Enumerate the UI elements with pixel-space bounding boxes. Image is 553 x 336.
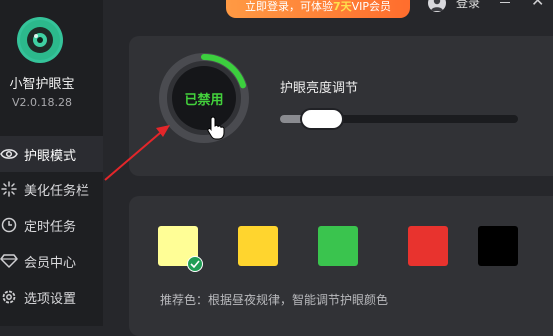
sidebar-item-label: 会员中心 [24, 255, 77, 271]
promo-suffix: VIP会员 [351, 0, 392, 13]
selected-check-icon [187, 256, 203, 272]
app-version: V2.0.18.28 [11, 96, 72, 109]
swatch-black[interactable] [478, 226, 518, 266]
sidebar-item-label: 定时任务 [24, 219, 77, 235]
app-name: 小智护眼宝 [9, 77, 75, 92]
gear-icon [0, 289, 21, 305]
sidebar-item-eye-mode[interactable]: 护眼模式 [0, 136, 103, 172]
diamond-icon [0, 254, 21, 268]
sidebar-item-taskbar[interactable]: 美化任务栏 [0, 171, 103, 207]
sidebar-item-label: 护眼模式 [24, 148, 77, 164]
minimize-button[interactable] [500, 2, 510, 3]
sidebar-item-settings[interactable]: 选项设置 [0, 279, 103, 315]
user-avatar-icon[interactable] [428, 0, 446, 12]
toggle-status: 已禁用 [184, 92, 224, 108]
app-logo [17, 17, 63, 63]
swatch-red[interactable] [408, 226, 448, 266]
eye-icon [0, 147, 21, 161]
color-hint: 推荐色：根据昼夜规律，智能调节护眼颜色 [160, 293, 389, 307]
brightness-slider-handle[interactable] [302, 110, 342, 128]
swatch-green[interactable] [318, 226, 358, 266]
close-button[interactable]: ✕ [531, 0, 544, 9]
promo-prefix: 立即登录，可体验 [244, 0, 333, 13]
hand-cursor-icon [207, 116, 225, 140]
camera-lens-icon [20, 20, 60, 60]
brightness-slider[interactable] [280, 110, 518, 128]
vip-promo-banner[interactable]: 立即登录，可体验 7天 VIP会员 [226, 0, 410, 18]
swatch-yellow[interactable] [238, 226, 278, 266]
sidebar-item-label: 美化任务栏 [24, 183, 90, 199]
login-link[interactable]: 登录 [456, 0, 480, 11]
sidebar: 小智护眼宝 V2.0.18.28 护眼模式 美化任务栏 定时任务 会员中心 选项… [0, 0, 103, 326]
clock-icon [0, 217, 21, 233]
toggle-button[interactable]: 已禁用 [172, 66, 236, 130]
sidebar-item-label: 选项设置 [24, 291, 77, 307]
brightness-label: 护眼亮度调节 [280, 81, 359, 96]
sidebar-item-schedule[interactable]: 定时任务 [0, 207, 103, 243]
eye-protection-toggle[interactable]: 已禁用 [158, 52, 250, 144]
promo-highlight: 7天 [332, 0, 352, 13]
sparkle-icon [0, 181, 21, 197]
sidebar-item-member[interactable]: 会员中心 [0, 243, 103, 279]
